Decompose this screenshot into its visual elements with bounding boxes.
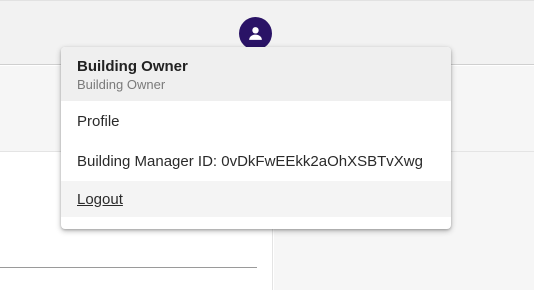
menu-item-profile[interactable]: Profile — [61, 101, 451, 141]
app-screen: Building Owner Building Owner Profile Bu… — [0, 0, 534, 290]
user-menu-dropdown: Building Owner Building Owner Profile Bu… — [61, 47, 451, 229]
menu-item-logout[interactable]: Logout — [61, 181, 451, 217]
content-divider — [0, 267, 257, 268]
user-name: Building Owner — [77, 58, 188, 75]
user-avatar-button[interactable] — [239, 17, 272, 50]
user-role: Building Owner — [77, 77, 166, 92]
menu-item-building-manager-id[interactable]: Building Manager ID: 0vDkFwEEkk2aOhXSBTv… — [61, 141, 451, 181]
person-icon — [249, 27, 262, 40]
user-menu-header: Building Owner Building Owner — [61, 47, 451, 101]
